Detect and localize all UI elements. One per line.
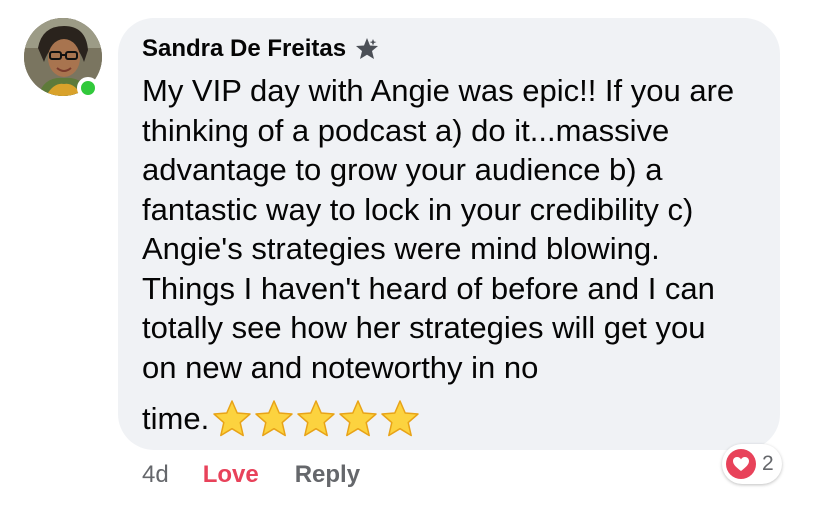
star-emoji-icon xyxy=(213,400,251,437)
timestamp[interactable]: 4d xyxy=(142,461,169,489)
reaction-count: 2 xyxy=(762,452,774,475)
reply-button[interactable]: Reply xyxy=(295,461,360,489)
reaction-summary[interactable]: 2 xyxy=(722,444,782,484)
comment-text: My VIP day with Angie was epic!! If you … xyxy=(142,71,772,387)
online-status-dot xyxy=(77,77,99,99)
comment-line: Things I haven't heard of before and I c… xyxy=(142,270,715,306)
star-emoji-icon xyxy=(297,400,335,437)
star-emoji-icon xyxy=(381,400,419,437)
author-name[interactable]: Sandra De Freitas xyxy=(142,35,346,63)
comment-last-word: time. xyxy=(142,401,210,436)
comment-line: thinking of a podcast a) do it...massive xyxy=(142,112,670,148)
comment-line: totally see how her strategies will get … xyxy=(142,310,706,345)
heart-icon xyxy=(726,449,756,479)
comment-actions: 4d Love Reply xyxy=(142,458,360,492)
star-emoji-row xyxy=(211,398,421,440)
comment-line: fantastic way to lock in your credibilit… xyxy=(142,191,694,227)
top-fan-badge-icon[interactable] xyxy=(354,36,380,62)
star-emoji-icon xyxy=(339,400,377,437)
comment-line: My VIP day with Angie was epic!! If you … xyxy=(142,73,735,108)
love-reaction-button[interactable]: Love xyxy=(203,461,259,489)
comment-line: on new and noteworthy in no xyxy=(142,349,539,385)
comment-header: Sandra De Freitas xyxy=(142,34,380,64)
comment-last-line: time. xyxy=(142,397,421,441)
comment-line: Angie's strategies were mind blowing. xyxy=(142,231,660,266)
comment-line: advantage to grow your audience b) a xyxy=(142,152,663,187)
star-emoji-icon xyxy=(255,400,293,437)
